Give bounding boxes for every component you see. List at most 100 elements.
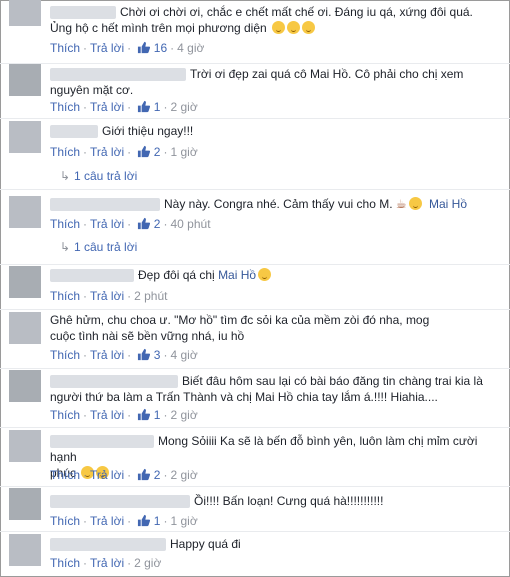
kiss-emoji-icon: [287, 21, 301, 34]
comment: Giới thiệu ngay!!! Thích · Trả lời · 2 · 1 gi…: [8, 119, 502, 189]
thumbs-up-icon: [138, 348, 151, 361]
avatar[interactable]: [9, 0, 41, 26]
avatar[interactable]: [9, 196, 41, 228]
like-count[interactable]: 2: [154, 217, 161, 231]
comment-text: Đẹp đôi qá chị: [138, 268, 215, 282]
comment-text: Trời ơi đẹp zai quá cô Mai Hồ. Cô phải c…: [190, 67, 464, 81]
reply-link[interactable]: Trả lời: [90, 348, 124, 362]
commenter-name[interactable]: [50, 6, 116, 20]
like-link[interactable]: Thích: [50, 217, 80, 231]
comment: Mong Sỏiiii Ka sẽ là bến đỗ bình yên, lu…: [8, 428, 502, 486]
commenter-name[interactable]: [50, 538, 166, 552]
avatar[interactable]: [9, 430, 41, 462]
like-count[interactable]: 1: [154, 514, 161, 528]
view-replies-link[interactable]: ↳ 1 câu trả lời: [60, 240, 137, 254]
commenter-name[interactable]: [50, 435, 154, 449]
like-link[interactable]: Thích: [50, 348, 80, 362]
like-link[interactable]: Thích: [50, 556, 80, 570]
like-link[interactable]: Thích: [50, 468, 80, 482]
reply-link[interactable]: Trả lời: [90, 145, 124, 159]
timestamp[interactable]: 4 giờ: [170, 348, 197, 362]
comment: Happy quá đi Thích · Trả lời · 2 giờ: [8, 532, 502, 574]
thumbs-up-icon: [138, 100, 151, 113]
avatar[interactable]: [9, 534, 41, 566]
like-count[interactable]: 2: [154, 468, 161, 482]
like-count[interactable]: 2: [154, 145, 161, 159]
commenter-name[interactable]: [50, 68, 186, 82]
comment: Này này. Congra nhé. Cảm thấy vui cho M.…: [8, 190, 502, 264]
reply-link[interactable]: Trả lời: [90, 468, 124, 482]
reply-link[interactable]: Trả lời: [90, 41, 124, 55]
kiss-emoji-icon: [258, 268, 272, 281]
timestamp[interactable]: 40 phút: [170, 217, 210, 231]
comment: Ghê hửm, chu choa ư. "Mơ hồ" tìm đc sỏi …: [8, 310, 502, 368]
tagged-user-link[interactable]: Mai Hồ: [429, 197, 467, 211]
reply-link[interactable]: Trả lời: [90, 556, 124, 570]
comment-text-line2: Ủng hộ c hết mình trên mọi phương diện: [50, 21, 267, 35]
like-link[interactable]: Thích: [50, 289, 80, 303]
thumbs-up-icon: [138, 41, 151, 54]
like-link[interactable]: Thích: [50, 408, 80, 422]
coffee-emoji-icon: ☕: [395, 197, 407, 211]
avatar[interactable]: [9, 266, 41, 298]
commenter-name[interactable]: [50, 375, 178, 389]
comment-text: Ồi!!!! Bấn loạn! Cưng quá hà!!!!!!!!!!!: [194, 494, 384, 508]
commenter-name[interactable]: [50, 269, 134, 283]
comment-text-line2: nguyên mặt cơ.: [50, 83, 134, 97]
comment-text: Này này. Congra nhé. Cảm thấy vui cho M.: [164, 197, 393, 211]
view-replies-link[interactable]: ↳ 1 câu trả lời: [60, 169, 137, 183]
like-count[interactable]: 3: [154, 348, 161, 362]
like-count[interactable]: 1: [154, 100, 161, 114]
reply-link[interactable]: Trả lời: [90, 217, 124, 231]
comment-text: Chời ơi chời ơi, chắc e chết mất chế ơi.…: [120, 5, 473, 19]
reply-link[interactable]: Trả lời: [90, 100, 124, 114]
avatar[interactable]: [9, 121, 41, 153]
comment: Ồi!!!! Bấn loạn! Cưng quá hà!!!!!!!!!!! …: [8, 487, 502, 531]
comment-text: Ghê hửm, chu choa ư. "Mơ hồ" tìm đc sỏi …: [50, 313, 430, 327]
timestamp[interactable]: 2 giờ: [134, 556, 161, 570]
like-link[interactable]: Thích: [50, 100, 80, 114]
timestamp[interactable]: 4 giờ: [177, 41, 204, 55]
avatar[interactable]: [9, 488, 41, 520]
thumbs-up-icon: [138, 217, 151, 230]
timestamp[interactable]: 2 phút: [134, 289, 167, 303]
comment-text: Giới thiệu ngay!!!: [102, 124, 194, 138]
reply-link[interactable]: Trả lời: [90, 408, 124, 422]
avatar[interactable]: [9, 64, 41, 96]
commenter-name[interactable]: [50, 198, 160, 212]
thumbs-up-icon: [138, 408, 151, 421]
comment-text-line2: cuộc tình nài sẽ bền vững nhá, iu hồ: [50, 329, 245, 343]
timestamp[interactable]: 2 giờ: [170, 100, 197, 114]
thumbs-up-icon: [138, 514, 151, 527]
timestamp[interactable]: 1 giờ: [170, 514, 197, 528]
comment-text: Biết đâu hôm sau lại có bài báo đăng tin…: [182, 374, 483, 388]
avatar[interactable]: [9, 370, 41, 402]
avatar[interactable]: [9, 312, 41, 344]
tagged-user-link[interactable]: Mai Hồ: [218, 268, 256, 282]
like-link[interactable]: Thích: [50, 145, 80, 159]
timestamp[interactable]: 2 giờ: [170, 408, 197, 422]
comment: Biết đâu hôm sau lại có bài báo đăng tin…: [8, 369, 502, 427]
kiss-emoji-icon: [302, 21, 316, 34]
like-count[interactable]: 16: [154, 41, 167, 55]
comment-text-line2: người thứ ba làm a Trấn Thành và chị Mai…: [50, 390, 438, 404]
timestamp[interactable]: 1 giờ: [170, 145, 197, 159]
thumbs-up-icon: [138, 468, 151, 481]
comment: Đẹp đôi qá chị Mai Hồ Thích · Trả lời · 2 ph…: [8, 265, 502, 309]
reply-link[interactable]: Trả lời: [90, 289, 124, 303]
reply-link[interactable]: Trả lời: [90, 514, 124, 528]
like-link[interactable]: Thích: [50, 514, 80, 528]
like-count[interactable]: 1: [154, 408, 161, 422]
like-link[interactable]: Thích: [50, 41, 80, 55]
comment: Trời ơi đẹp zai quá cô Mai Hồ. Cô phải c…: [8, 64, 502, 118]
reply-arrow-icon: ↳: [60, 169, 71, 183]
timestamp[interactable]: 2 giờ: [170, 468, 197, 482]
kiss-emoji-icon: [272, 21, 286, 34]
comment-text: Happy quá đi: [170, 537, 241, 551]
commenter-name[interactable]: [50, 125, 98, 139]
thumbs-up-icon: [138, 145, 151, 158]
comment: Chời ơi chời ơi, chắc e chết mất chế ơi.…: [8, 0, 502, 62]
smile-emoji-icon: [408, 197, 422, 210]
commenter-name[interactable]: [50, 495, 190, 509]
reply-arrow-icon: ↳: [60, 240, 71, 254]
